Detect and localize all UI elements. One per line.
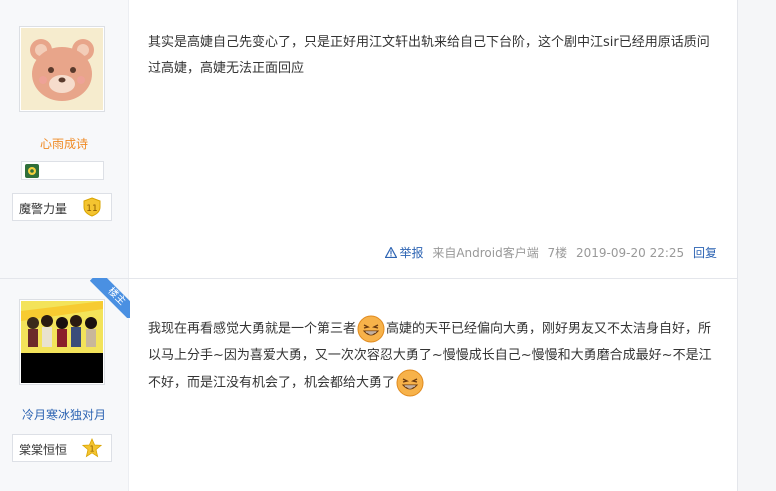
warning-icon (384, 246, 398, 259)
post-floor-7: 心雨成诗 魔警力量 11 其实是高婕自己先变心了，只是正好用江文轩出轨来给自己下… (0, 0, 737, 278)
bear-avatar-icon (21, 28, 103, 110)
level-shield-icon: 11 (83, 197, 101, 217)
right-gutter (737, 0, 776, 491)
grin-emoji-icon (357, 315, 385, 343)
level-star-icon: 1 (82, 438, 102, 458)
username[interactable]: 冷月寒冰独对月 (0, 406, 128, 423)
reply-link[interactable]: 回复 (693, 246, 717, 260)
floor-number: 7楼 (547, 246, 568, 260)
post-content: 其实是高婕自己先变心了，只是正好用江文轩出轨来给自己下台阶，这个剧中江sir已经… (148, 35, 710, 76)
author-sidebar: 楼主 冷月寒冰独对月 棠棠恒恒 1 (0, 278, 130, 491)
grin-emoji-icon (396, 369, 424, 397)
avatar[interactable] (19, 26, 105, 112)
level-title: 棠棠恒恒 (19, 443, 68, 457)
level-number: 1 (89, 445, 94, 454)
post-op: 楼主 冷月寒冰独对月 棠棠恒恒 1 我现在再看感觉大勇就是一个第三者 高婕的天平… (0, 278, 737, 491)
content-part-1: 我现在再看感觉大勇就是一个第三者 (148, 321, 357, 337)
level-badge[interactable]: 棠棠恒恒 1 (12, 434, 112, 462)
client-source: 来自Android客户端 (432, 246, 539, 260)
level-badge[interactable]: 魔警力量 11 (12, 193, 112, 221)
post-content: 我现在再看感觉大勇就是一个第三者 高婕的天平已经偏向大勇，刚好男友又不太洁身自好… (148, 315, 718, 397)
level-number: 11 (86, 204, 97, 214)
author-sidebar: 心雨成诗 魔警力量 11 (0, 0, 129, 278)
avatar[interactable] (19, 299, 105, 385)
post-time: 2019-09-20 22:25 (576, 246, 685, 260)
username[interactable]: 心雨成诗 (0, 135, 128, 152)
report-link[interactable]: 举报 (399, 246, 423, 260)
member-badge (21, 161, 104, 180)
post-meta: 举报 来自Android客户端 7楼 2019-09-20 22:25 回复 (384, 244, 717, 261)
level-title: 魔警力量 (19, 202, 68, 216)
gear-badge-icon (25, 164, 39, 178)
group-photo-avatar-icon (21, 301, 103, 383)
